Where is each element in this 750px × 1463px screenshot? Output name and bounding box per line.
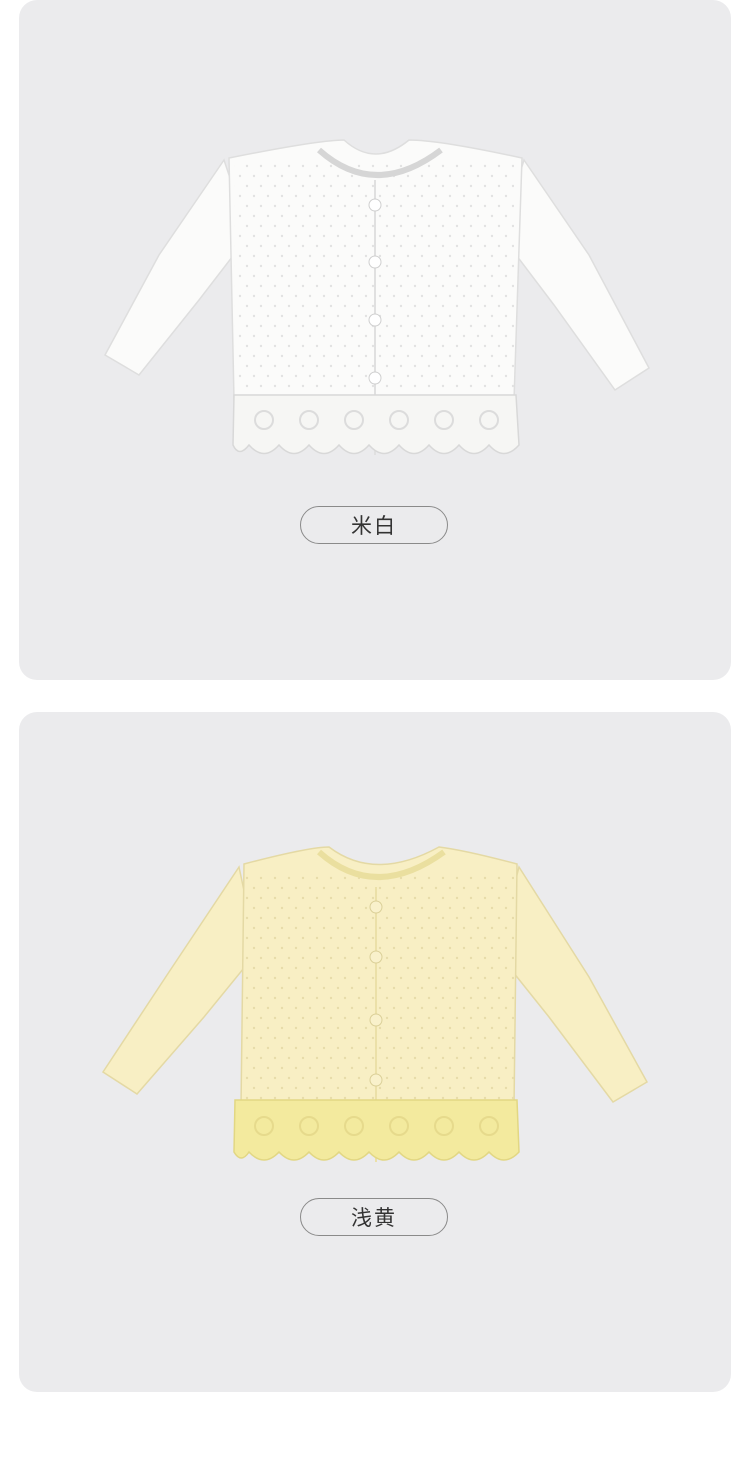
cardigan-offwhite-image (103, 139, 650, 455)
color-option-label[interactable]: 浅黄 (300, 1198, 448, 1236)
color-option-label[interactable]: 米白 (300, 506, 448, 544)
cardigan-lightyellow-image (101, 846, 649, 1162)
product-card-lightyellow: 浅黄 (19, 712, 731, 1392)
product-card-offwhite: 米白 (19, 0, 731, 680)
